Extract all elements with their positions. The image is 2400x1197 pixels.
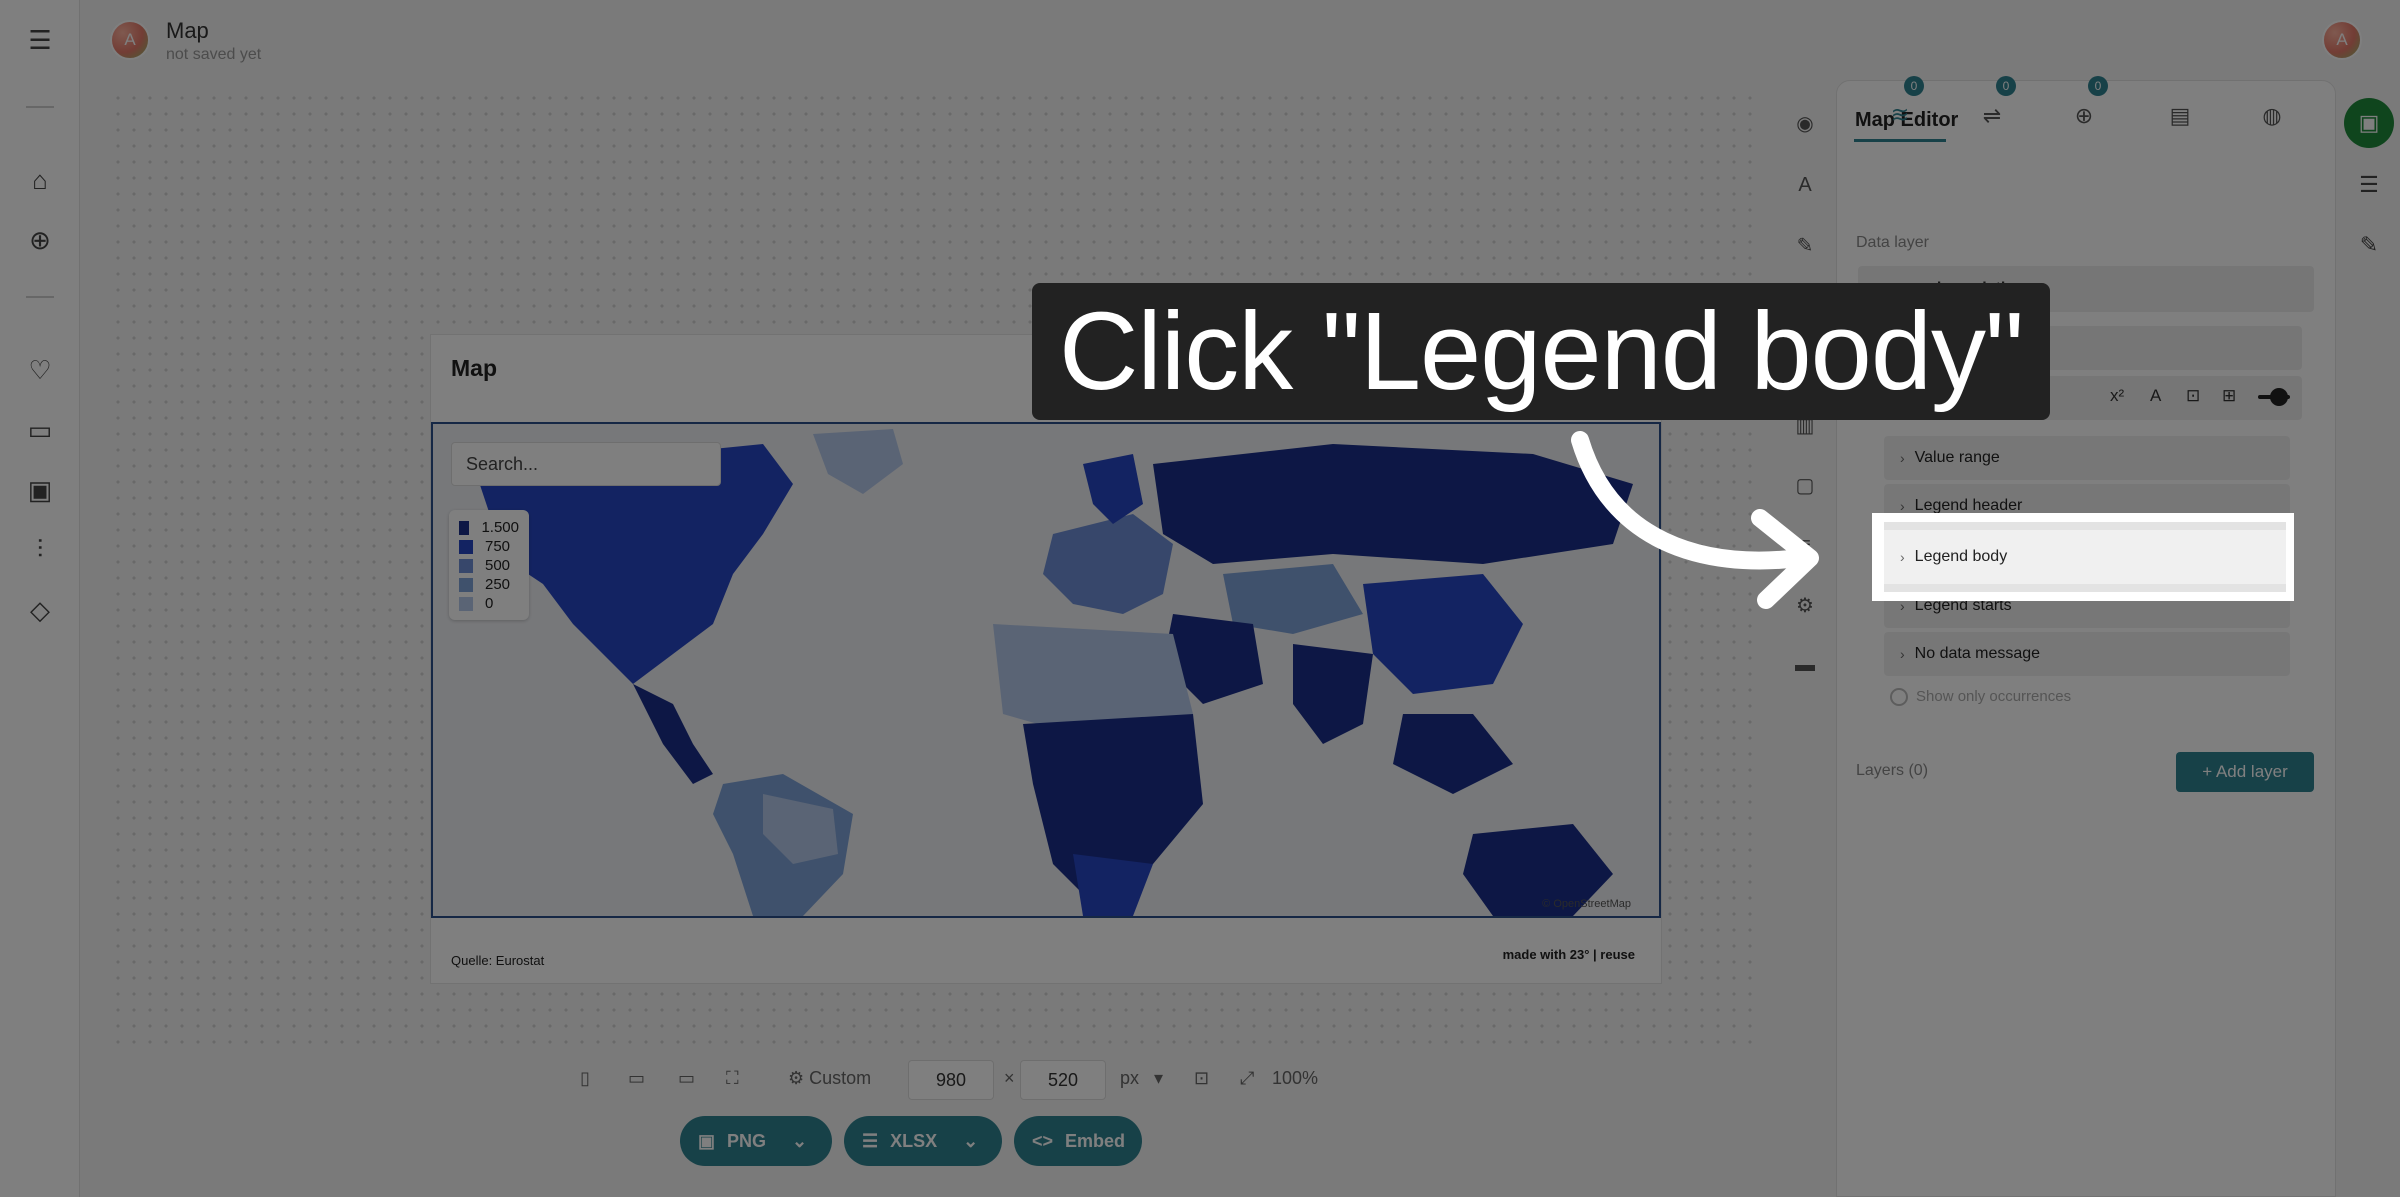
pointer-arrow-icon [1571, 431, 1819, 609]
